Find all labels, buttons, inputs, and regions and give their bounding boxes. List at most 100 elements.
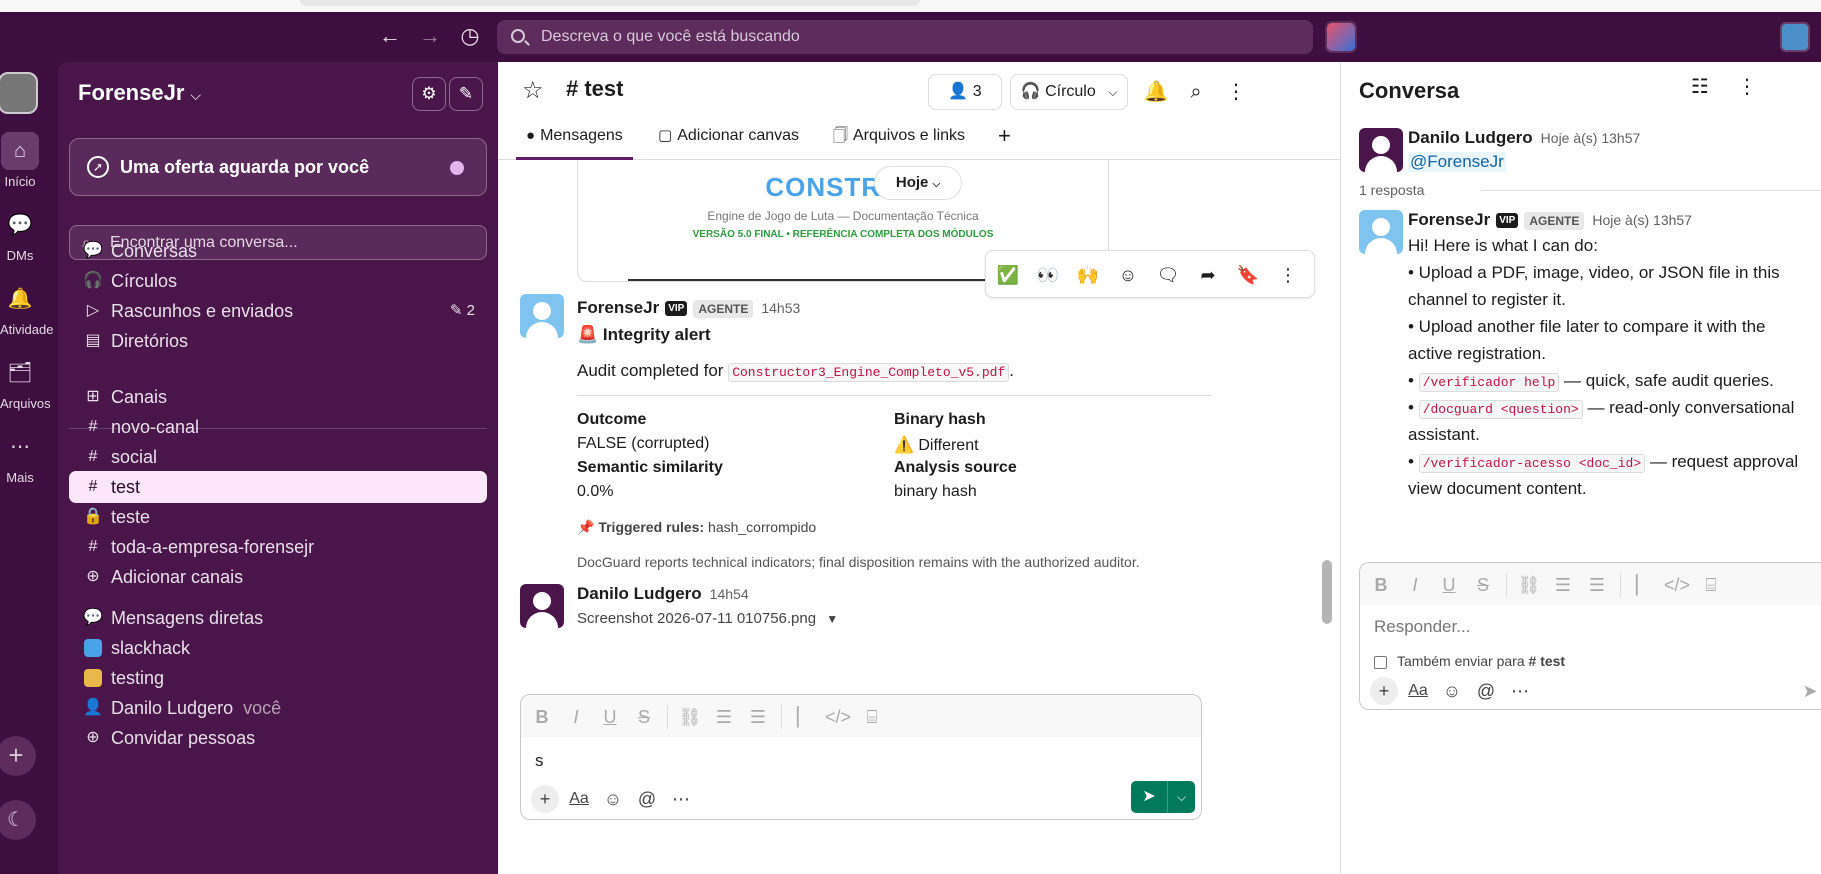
channel-title[interactable]: # test xyxy=(566,76,623,102)
strikethrough-icon[interactable]: S xyxy=(1470,573,1496,597)
checkbox[interactable] xyxy=(1374,655,1387,669)
strikethrough-icon[interactable]: S xyxy=(631,705,657,729)
attachment-name[interactable]: Screenshot 2026-07-11 010756.png ▼ xyxy=(577,610,838,627)
formatting-icon[interactable]: Aa xyxy=(1404,677,1432,705)
bold-icon[interactable]: B xyxy=(1368,573,1394,597)
sidebar-channel-novo-canal[interactable]: # novo-canal xyxy=(69,411,487,443)
eyes-reaction-icon[interactable]: 👀 xyxy=(1034,261,1062,289)
global-search-input[interactable]: Descreva o que você está buscando xyxy=(497,20,1313,54)
sidebar-channel-social[interactable]: # social xyxy=(69,441,487,473)
more-horizontal-icon[interactable]: ⋯ xyxy=(1506,677,1534,705)
bullet-list-icon[interactable]: ☰ xyxy=(1584,573,1610,597)
more-vertical-icon[interactable]: ⋮ xyxy=(1218,74,1254,110)
message-author[interactable]: ForenseJr VIP AGENTE 14h53 xyxy=(577,298,800,318)
also-send-checkbox[interactable]: Também enviar para # test xyxy=(1374,653,1565,669)
check-reaction-icon[interactable]: ✅ xyxy=(994,261,1022,289)
moon-icon[interactable]: ☾ xyxy=(0,800,36,840)
message-time[interactable]: Hoje à(s) 13h57 xyxy=(1541,130,1641,146)
message-time[interactable]: Hoje à(s) 13h57 xyxy=(1592,212,1692,228)
composer-input[interactable]: s xyxy=(535,751,544,771)
sidebar-item-diretorios[interactable]: ▤ Diretórios xyxy=(69,325,487,357)
underline-icon[interactable]: U xyxy=(1436,573,1462,597)
emoji-icon[interactable]: ☺ xyxy=(599,785,627,813)
plus-icon[interactable]: + xyxy=(531,785,559,813)
sidebar-item-circulos[interactable]: 🎧 Círculos xyxy=(69,265,487,297)
tab-arquivos[interactable]: 🗍 Arquivos e links xyxy=(833,118,965,160)
send-button[interactable]: ➤ ⌵ xyxy=(1131,781,1195,813)
rail-more[interactable]: ⋯ Mais xyxy=(0,428,40,485)
message-time[interactable]: 14h53 xyxy=(761,300,800,316)
blockquote-icon[interactable]: ▏ xyxy=(791,705,817,729)
italic-icon[interactable]: I xyxy=(563,705,589,729)
reply-input[interactable]: Responder... xyxy=(1374,617,1470,637)
message-composer[interactable]: B I U S ⛓ ☰ ☰ ▏ </> ⌸ s + Aa ☺ @ ⋯ ➤ ⌵ xyxy=(520,694,1202,820)
tab-adicionar-canvas[interactable]: ▢ Adicionar canvas xyxy=(658,118,799,160)
tab-mensagens[interactable]: ● Mensagens xyxy=(516,118,633,160)
sidebar-section-canais[interactable]: ⊞ Canais xyxy=(69,381,487,413)
more-vertical-icon[interactable]: ⋮ xyxy=(1274,261,1302,289)
emoji-icon[interactable]: ☺ xyxy=(1438,677,1466,705)
code-icon[interactable]: </> xyxy=(1664,573,1690,597)
date-pill[interactable]: Hoje ⌵ xyxy=(874,166,962,200)
sidebar-channel-toda-a-empresa[interactable]: # toda-a-empresa-forensejr xyxy=(69,531,487,563)
history-icon[interactable]: ◷ xyxy=(456,22,484,50)
link-icon[interactable]: ⛓ xyxy=(677,705,703,729)
send-icon[interactable]: ➤ xyxy=(1796,677,1821,705)
forward-arrow-icon[interactable]: → xyxy=(416,22,444,50)
add-tab-plus-icon[interactable]: + xyxy=(998,118,1011,160)
rail-home[interactable]: ⌂ Início xyxy=(0,132,40,189)
sidebar-channel-teste[interactable]: 🔒 teste xyxy=(69,501,487,533)
user-avatar[interactable] xyxy=(1780,22,1810,52)
more-horizontal-icon[interactable]: ⋯ xyxy=(667,785,695,813)
ordered-list-icon[interactable]: ☰ xyxy=(711,705,737,729)
ordered-list-icon[interactable]: ☰ xyxy=(1550,573,1576,597)
rail-dms[interactable]: 💬 DMs xyxy=(0,206,40,263)
chevron-down-icon[interactable]: ⌵ xyxy=(1167,781,1195,813)
mention-icon[interactable]: @ xyxy=(633,785,661,813)
sidebar-item-rascunhos[interactable]: ▷ Rascunhos e enviados ✎ 2 xyxy=(69,295,487,327)
link-icon[interactable]: ⛓ xyxy=(1516,573,1542,597)
list-settings-icon[interactable]: ☷ xyxy=(1691,76,1709,98)
members-button[interactable]: 👤 3 xyxy=(928,74,1002,110)
code-block-icon[interactable]: ⌸ xyxy=(859,705,885,729)
sidebar-dm-slackhack[interactable]: slackhack xyxy=(69,632,487,664)
code-icon[interactable]: </> xyxy=(825,705,851,729)
rail-files[interactable]: 🗂 Arquivos xyxy=(0,354,51,411)
sidebar-section-dms[interactable]: 💬 Mensagens diretas xyxy=(69,602,487,634)
formatting-icon[interactable]: Aa xyxy=(565,785,593,813)
reply-thread-icon[interactable]: 🗨 xyxy=(1154,261,1182,289)
bookmark-icon[interactable]: 🔖 xyxy=(1234,261,1262,289)
offer-banner[interactable]: ➚ Uma oferta aguarda por você xyxy=(69,138,487,196)
sidebar-dm-danilo[interactable]: 👤 Danilo Ludgero você xyxy=(69,692,487,724)
message-author[interactable]: Danilo Ludgero 14h54 xyxy=(577,584,749,604)
blockquote-icon[interactable]: ▏ xyxy=(1630,573,1656,597)
thread-parent-author[interactable]: Danilo Ludgero Hoje à(s) 13h57 xyxy=(1408,128,1640,148)
thread-reply-author[interactable]: ForenseJr VIP AGENTE Hoje à(s) 13h57 xyxy=(1408,210,1692,230)
message-time[interactable]: 14h54 xyxy=(710,586,749,602)
invite-people-button[interactable]: ⊕ Convidar pessoas xyxy=(69,722,487,754)
add-reaction-icon[interactable]: ☺ xyxy=(1114,261,1142,289)
sidebar-dm-testing[interactable]: testing xyxy=(69,662,487,694)
share-icon[interactable]: ➦ xyxy=(1194,261,1222,289)
thread-reply-composer[interactable]: B I U S ⛓ ☰ ☰ ▏ </> ⌸ Responder... També… xyxy=(1359,562,1821,710)
sidebar-channel-test[interactable]: # test xyxy=(69,471,487,503)
add-channels-button[interactable]: ⊕ Adicionar canais xyxy=(69,561,487,593)
add-workspace-plus-icon[interactable]: + xyxy=(0,736,36,776)
workspace-logo[interactable] xyxy=(0,72,38,114)
bold-icon[interactable]: B xyxy=(529,705,555,729)
notification-bell-icon[interactable]: 🔔 xyxy=(1138,74,1174,110)
code-block-icon[interactable]: ⌸ xyxy=(1698,573,1724,597)
scrollbar[interactable] xyxy=(1322,560,1332,624)
back-arrow-icon[interactable]: ← xyxy=(376,22,404,50)
sidebar-item-conversas[interactable]: 💬 Conversas xyxy=(69,235,487,267)
settings-gear-icon[interactable]: ⚙ xyxy=(412,77,446,111)
italic-icon[interactable]: I xyxy=(1402,573,1428,597)
more-vertical-icon[interactable]: ⋮ xyxy=(1737,76,1757,98)
bullet-list-icon[interactable]: ☰ xyxy=(745,705,771,729)
mention-link[interactable]: @ForenseJr xyxy=(1408,152,1506,172)
rail-activity[interactable]: 🔔 Atividade xyxy=(0,280,53,337)
underline-icon[interactable]: U xyxy=(597,705,623,729)
compose-icon[interactable]: ✎ xyxy=(449,77,483,111)
plus-icon[interactable]: + xyxy=(1370,677,1398,705)
workspace-name[interactable]: ForenseJr ⌵ xyxy=(78,80,201,106)
